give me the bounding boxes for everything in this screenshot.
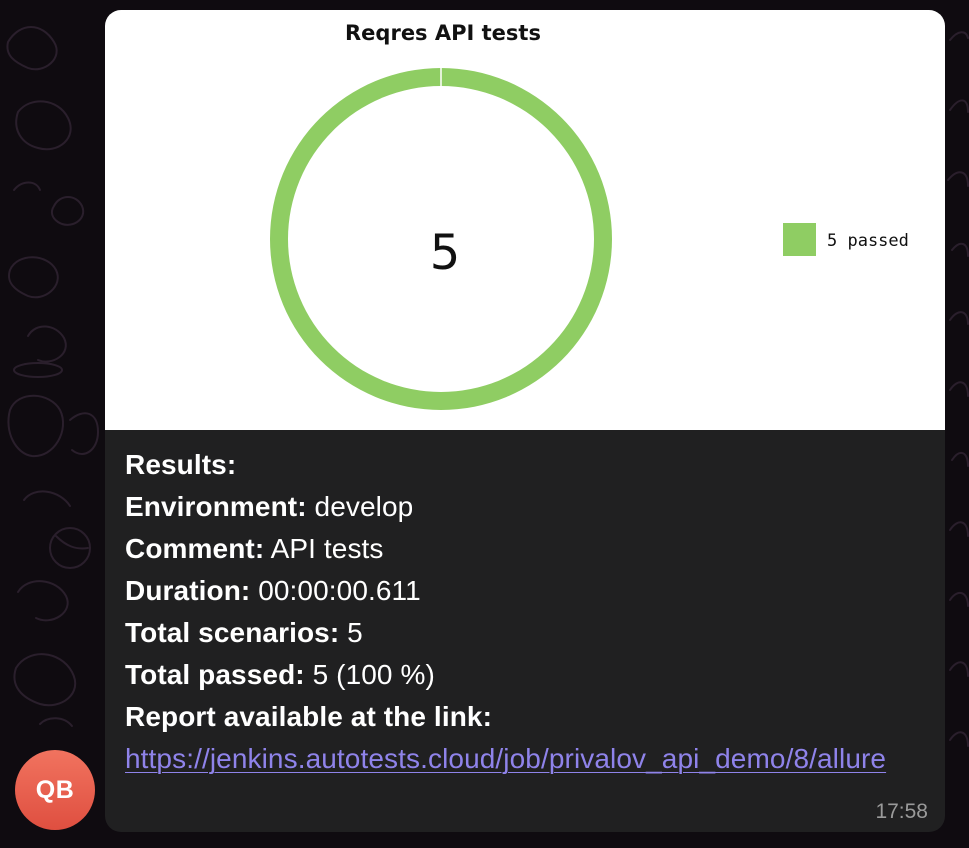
chart-image[interactable]: Reqres API tests 5 5 passed bbox=[105, 10, 945, 430]
total-passed-label: Total passed: bbox=[125, 659, 305, 690]
duration-value: 00:00:00.611 bbox=[250, 575, 421, 606]
total-scenarios-label: Total scenarios: bbox=[125, 617, 340, 648]
legend-label: 5 passed bbox=[827, 231, 909, 251]
total-scenarios-value: 5 bbox=[339, 617, 363, 648]
legend-swatch bbox=[783, 223, 816, 256]
chart-center-value: 5 bbox=[430, 225, 461, 281]
results-line: Results: bbox=[125, 444, 925, 486]
duration-label: Duration: bbox=[125, 575, 251, 606]
report-link[interactable]: https://jenkins.autotests.cloud/job/priv… bbox=[125, 738, 925, 780]
environment-value: develop bbox=[306, 491, 414, 522]
avatar[interactable]: QB bbox=[15, 750, 95, 830]
total-passed-value: 5 (100 %) bbox=[304, 659, 435, 690]
donut-chart: Reqres API tests 5 5 passed bbox=[270, 21, 909, 410]
avatar-initials: QB bbox=[35, 775, 75, 804]
environment-label: Environment: bbox=[125, 491, 307, 522]
duration-line: Duration: 00:00:00.611 bbox=[125, 570, 925, 612]
chart-title: Reqres API tests bbox=[345, 21, 541, 45]
results-label: Results: bbox=[125, 449, 237, 480]
message-timestamp: 17:58 bbox=[875, 800, 928, 823]
message-text: Results: Environment: develop Comment: A… bbox=[125, 444, 925, 780]
total-scenarios-line: Total scenarios: 5 bbox=[125, 612, 925, 654]
report-label: Report available at the link: bbox=[125, 701, 492, 732]
comment-label: Comment: bbox=[125, 533, 265, 564]
report-line: Report available at the link: bbox=[125, 696, 925, 738]
total-passed-line: Total passed: 5 (100 %) bbox=[125, 654, 925, 696]
message-bubble: Reqres API tests 5 5 passed Results: Env… bbox=[105, 10, 945, 832]
environment-line: Environment: develop bbox=[125, 486, 925, 528]
comment-value: API tests bbox=[264, 533, 384, 564]
comment-line: Comment: API tests bbox=[125, 528, 925, 570]
